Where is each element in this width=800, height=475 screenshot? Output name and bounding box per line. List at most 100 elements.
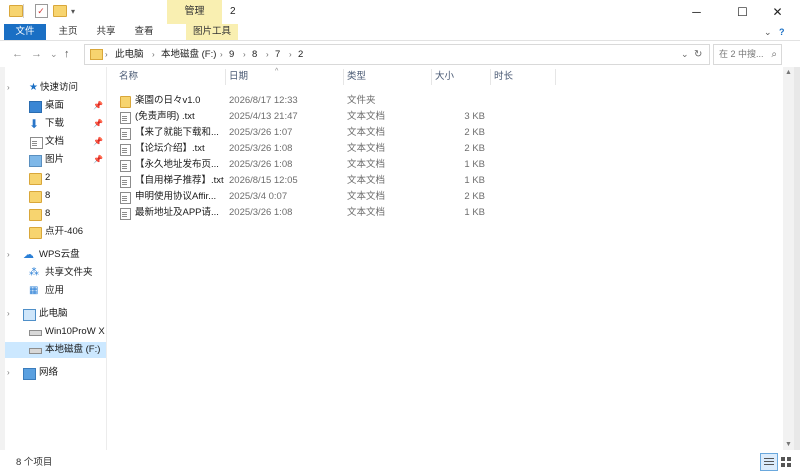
chevron-right-icon: ›	[243, 50, 246, 59]
breadcrumb-drive[interactable]: 本地磁盘 (F:)	[161, 45, 216, 64]
drive-icon	[29, 330, 42, 336]
back-arrow-icon[interactable]: ←	[12, 47, 23, 61]
navigation-bar: ← → ⌄ ↑ › 此电脑 › 本地磁盘 (F:) › 9 › 8 › 7 › …	[0, 41, 800, 67]
sidebar-item-this-pc[interactable]: › 此电脑	[5, 306, 106, 322]
file-list: ^ 名称 日期 类型 大小 时长 楽園の日々v1.0 2026/8/17 12:…	[107, 67, 783, 450]
text-file-icon	[120, 176, 131, 188]
file-row[interactable]: 【自用梯子推荐】.txt 2026/8/15 12:05 文本文档 1 KB	[117, 173, 487, 189]
scroll-down-icon[interactable]: ▼	[783, 441, 794, 448]
sidebar-item-folder[interactable]: 8	[5, 206, 106, 222]
breadcrumb-folder[interactable]: 8	[252, 45, 257, 64]
vertical-scrollbar[interactable]: ▲ ▼	[783, 67, 794, 450]
address-bar[interactable]: › 此电脑 › 本地磁盘 (F:) › 9 › 8 › 7 › 2 ⌄ ↻	[84, 44, 710, 65]
file-row[interactable]: (免责声明) .txt 2025/4/13 21:47 文本文档 3 KB	[117, 109, 487, 125]
sidebar-item-drive-f[interactable]: 本地磁盘 (F:)	[5, 342, 106, 358]
column-divider[interactable]	[343, 69, 344, 85]
column-header-type[interactable]: 类型	[347, 67, 427, 87]
sidebar-item-folder[interactable]: 8	[5, 188, 106, 204]
breadcrumb-this-pc[interactable]: 此电脑	[115, 45, 144, 64]
tab-share[interactable]: 共享	[92, 24, 120, 40]
minimize-button[interactable]: ─	[674, 0, 719, 24]
sidebar-item-wps-cloud[interactable]: › ☁ WPS云盘	[5, 247, 106, 263]
chevron-right-icon: ›	[289, 50, 292, 59]
chevron-right-icon: ›	[152, 50, 155, 59]
expand-ribbon-icon[interactable]: ⌄	[764, 24, 772, 40]
download-icon: ⬇	[29, 117, 40, 131]
forward-arrow-icon[interactable]: →	[31, 47, 42, 61]
folder-icon	[29, 173, 42, 185]
star-icon: ★	[29, 82, 38, 93]
column-divider[interactable]	[225, 69, 226, 85]
scroll-up-icon[interactable]: ▲	[783, 69, 794, 76]
sidebar-item-shared-folder[interactable]: ⁂ 共享文件夹	[5, 265, 106, 281]
recent-locations-icon[interactable]: ⌄	[50, 47, 58, 61]
file-row[interactable]: 申明使用协议Affir... 2025/3/4 0:07 文本文档 2 KB	[117, 189, 487, 205]
column-divider[interactable]	[555, 69, 556, 85]
folder-icon	[29, 227, 42, 239]
search-icon: ⌕	[771, 49, 777, 60]
pin-icon[interactable]: 📌	[93, 98, 103, 114]
column-header-size[interactable]: 大小	[435, 67, 491, 87]
file-row[interactable]: 最新地址及APP请... 2025/3/26 1:08 文本文档 1 KB	[117, 205, 487, 221]
apps-icon: ▦	[29, 285, 39, 296]
document-icon	[30, 137, 43, 149]
tab-home[interactable]: 主页	[54, 24, 82, 40]
file-row[interactable]: 【永久地址发布页... 2025/3/26 1:08 文本文档 1 KB	[117, 157, 487, 173]
sidebar-item-documents[interactable]: 文档 📌	[5, 134, 106, 150]
properties-icon[interactable]: ✓	[34, 4, 48, 18]
file-row[interactable]: 楽園の日々v1.0 2026/8/17 12:33 文件夹	[117, 93, 487, 109]
customize-toolbar-icon[interactable]: ▾	[68, 4, 78, 18]
sidebar-item-folder[interactable]: 点开-406	[5, 224, 106, 240]
ribbon-tabs: 文件 主页 共享 查看 图片工具	[0, 24, 800, 41]
chevron-right-icon: ›	[105, 50, 108, 59]
chevron-right-icon: ›	[266, 50, 269, 59]
column-header-date[interactable]: 日期	[229, 67, 339, 87]
text-file-icon	[120, 192, 131, 204]
sidebar-item-pictures[interactable]: 图片 📌	[5, 152, 106, 168]
pin-icon[interactable]: 📌	[93, 152, 103, 168]
file-row[interactable]: 【来了就能下载和... 2025/3/26 1:07 文本文档 2 KB	[117, 125, 487, 141]
search-input[interactable]: 在 2 中搜... ⌕	[713, 44, 782, 65]
text-file-icon	[120, 112, 131, 124]
folder-icon	[120, 96, 131, 108]
network-icon	[23, 368, 36, 380]
help-icon[interactable]: ?	[779, 24, 785, 40]
sidebar-item-quick-access[interactable]: › ★ 快速访问	[5, 80, 106, 96]
breadcrumb-current[interactable]: 2	[298, 45, 303, 64]
tab-picture-tools[interactable]: 图片工具	[186, 24, 238, 40]
sidebar-item-downloads[interactable]: ⬇ 下载 📌	[5, 116, 106, 132]
text-file-icon	[120, 128, 131, 140]
picture-icon	[29, 155, 42, 167]
manage-context-tab[interactable]: 管理	[167, 0, 222, 25]
sidebar-item-network[interactable]: › 网络	[5, 365, 106, 381]
share-icon: ⁂	[29, 267, 39, 278]
chevron-right-icon: ›	[220, 50, 223, 59]
pin-icon[interactable]: 📌	[93, 116, 103, 132]
sidebar-item-folder[interactable]: 2	[5, 170, 106, 186]
sidebar-item-drive-c[interactable]: Win10ProW X	[5, 324, 106, 340]
column-divider[interactable]	[431, 69, 432, 85]
file-row[interactable]: 【论坛介绍】.txt 2025/3/26 1:08 文本文档 2 KB	[117, 141, 487, 157]
sidebar-item-desktop[interactable]: 桌面 📌	[5, 98, 106, 114]
new-folder-icon[interactable]	[53, 4, 67, 18]
refresh-icon[interactable]: ↻	[694, 45, 702, 64]
large-icons-view-button[interactable]	[777, 453, 795, 471]
cloud-icon: ☁	[23, 249, 34, 261]
window-title: 2	[230, 6, 236, 17]
address-dropdown-icon[interactable]: ⌄	[681, 45, 689, 64]
tab-view[interactable]: 查看	[130, 24, 158, 40]
sidebar-item-apps[interactable]: ▦ 应用	[5, 283, 106, 299]
column-header-duration[interactable]: 时长	[494, 67, 554, 87]
tab-file[interactable]: 文件	[4, 24, 46, 40]
separator	[23, 4, 24, 18]
column-header-name[interactable]: 名称	[119, 67, 219, 87]
breadcrumb-folder[interactable]: 9	[229, 45, 234, 64]
close-button[interactable]: ✕	[755, 0, 800, 24]
details-view-button[interactable]	[760, 453, 778, 471]
up-arrow-icon[interactable]: ↑	[64, 47, 70, 61]
pin-icon[interactable]: 📌	[93, 134, 103, 150]
column-divider[interactable]	[490, 69, 491, 85]
text-file-icon	[120, 160, 131, 172]
breadcrumb-folder[interactable]: 7	[275, 45, 280, 64]
navigation-pane: › ★ 快速访问 桌面 📌 ⬇ 下载 📌 文档 📌 图片 📌 2 8 8 点开-…	[5, 67, 107, 450]
